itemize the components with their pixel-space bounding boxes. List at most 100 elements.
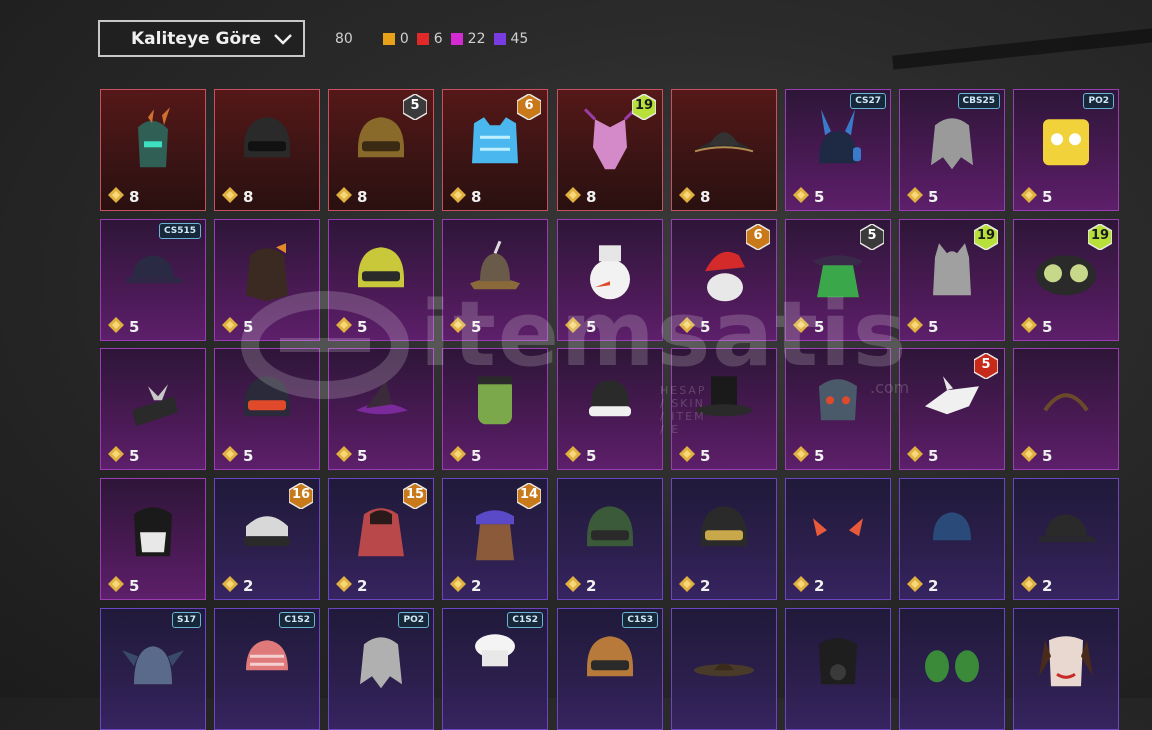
inventory-item-tile[interactable]: 5 xyxy=(214,219,320,341)
level-badge-icon: 15 xyxy=(402,482,428,510)
level-badge-icon: 5 xyxy=(973,352,999,380)
level-badge-icon: 19 xyxy=(1087,223,1113,251)
currency-icon xyxy=(450,576,466,592)
inventory-item-tile[interactable]: CS27 5 xyxy=(785,89,891,211)
currency-icon xyxy=(108,317,124,333)
inventory-item-tile[interactable]: 5 xyxy=(671,348,777,470)
inventory-item-tile[interactable]: C1S2 xyxy=(442,608,548,730)
inventory-item-tile[interactable]: 14 2 xyxy=(442,478,548,600)
currency-icon xyxy=(679,576,695,592)
currency-icon xyxy=(793,576,809,592)
chef-hat-icon xyxy=(460,626,530,700)
currency-icon xyxy=(336,446,352,462)
level-badge-icon: 5 xyxy=(859,223,885,251)
season-badge: C1S2 xyxy=(507,612,543,628)
inventory-item-tile[interactable]: 5 xyxy=(1013,348,1119,470)
inventory-item-tile[interactable]: 65 xyxy=(671,219,777,341)
inventory-item-tile[interactable]: 2 xyxy=(785,478,891,600)
inventory-item-tile[interactable]: 5 xyxy=(442,348,548,470)
bow-hat-icon xyxy=(118,366,188,440)
inventory-item-tile[interactable]: 8 xyxy=(214,89,320,211)
item-price: 5 xyxy=(928,318,939,336)
inventory-item-tile[interactable]: 2 xyxy=(1013,478,1119,600)
quality-swatch xyxy=(450,32,463,45)
level-badge-value: 15 xyxy=(405,487,425,502)
currency-icon xyxy=(1021,446,1037,462)
inventory-item-tile[interactable]: C1S3 xyxy=(557,608,663,730)
item-price: 2 xyxy=(471,577,482,595)
inventory-item-tile[interactable]: S17 xyxy=(100,608,206,730)
currency-icon xyxy=(679,187,695,203)
inventory-item-tile[interactable]: PO2 5 xyxy=(1013,89,1119,211)
inventory-item-tile[interactable]: C1S2 xyxy=(214,608,320,730)
level-badge-value: 6 xyxy=(753,228,763,243)
quality-rare: 45 xyxy=(493,31,528,47)
inventory-item-tile[interactable]: 5 xyxy=(100,478,206,600)
inventory-item-tile[interactable]: 55 xyxy=(899,348,1005,470)
quality-swatch xyxy=(493,32,506,45)
inventory-item-tile[interactable]: 5 xyxy=(100,348,206,470)
item-price: 5 xyxy=(814,318,825,336)
inventory-item-tile[interactable]: 5 xyxy=(557,348,663,470)
currency-icon xyxy=(108,576,124,592)
currency-icon xyxy=(336,187,352,203)
inventory-item-tile[interactable]: 2 xyxy=(557,478,663,600)
item-price: 5 xyxy=(129,577,140,595)
inventory-item-tile[interactable]: 5 xyxy=(328,348,434,470)
sort-dropdown[interactable]: Kaliteye Göre xyxy=(98,20,305,57)
inventory-item-tile[interactable]: 19 5 xyxy=(1013,219,1119,341)
copper-helmet-icon xyxy=(575,626,645,700)
level-badge-icon: 16 xyxy=(288,482,314,510)
item-price: 2 xyxy=(928,577,939,595)
season-badge: CS27 xyxy=(850,93,886,109)
inventory-item-tile[interactable] xyxy=(785,608,891,730)
inventory-item-tile[interactable]: 5 xyxy=(442,219,548,341)
inventory-item-tile[interactable]: 8 xyxy=(100,89,206,211)
inventory-item-tile[interactable]: PO2 xyxy=(328,608,434,730)
item-price: 2 xyxy=(814,577,825,595)
inventory-item-tile[interactable]: 2 xyxy=(899,478,1005,600)
blue-beanie-icon xyxy=(917,496,987,570)
inventory-item-tile[interactable]: 68 xyxy=(442,89,548,211)
inventory-item-tile[interactable] xyxy=(899,608,1005,730)
inventory-item-tile[interactable]: 8 xyxy=(671,89,777,211)
currency-icon xyxy=(336,317,352,333)
currency-icon xyxy=(565,446,581,462)
inventory-item-tile[interactable]: 58 xyxy=(328,89,434,211)
quality-legendary: 0 xyxy=(382,31,409,47)
purple-cap-icon xyxy=(118,237,188,311)
black-gas-mask-icon xyxy=(803,626,873,700)
inventory-item-tile[interactable]: 15 2 xyxy=(328,478,434,600)
season-badge: CS515 xyxy=(158,223,201,239)
brown-hair-bow-icon xyxy=(232,237,302,311)
sort-dropdown-label: Kaliteye Göre xyxy=(131,28,262,49)
total-count: 80 xyxy=(335,30,353,47)
inventory-item-tile[interactable]: 19 8 xyxy=(557,89,663,211)
inventory-item-tile[interactable]: 5 xyxy=(785,348,891,470)
inventory-item-tile[interactable]: 5 xyxy=(214,348,320,470)
frankenstein-head-icon xyxy=(460,366,530,440)
inventory-item-tile[interactable]: 55 xyxy=(785,219,891,341)
inventory-item-tile[interactable]: 19 5 xyxy=(899,219,1005,341)
inventory-item-tile[interactable]: CBS25 5 xyxy=(899,89,1005,211)
inventory-item-tile[interactable]: 2 xyxy=(671,478,777,600)
headband-icon xyxy=(1031,366,1101,440)
inventory-item-tile[interactable] xyxy=(1013,608,1119,730)
item-price: 5 xyxy=(928,447,939,465)
inventory-item-tile[interactable]: 5 xyxy=(328,219,434,341)
season-badge: C1S2 xyxy=(279,612,315,628)
inventory-item-tile[interactable]: 5 xyxy=(557,219,663,341)
item-price: 5 xyxy=(814,447,825,465)
bronze-helmet-icon xyxy=(460,237,530,311)
item-price: 2 xyxy=(700,577,711,595)
currency-icon xyxy=(793,187,809,203)
currency-icon xyxy=(793,446,809,462)
level-badge-value: 16 xyxy=(291,487,311,502)
knight-helmet-icon xyxy=(118,626,188,700)
item-price: 5 xyxy=(1042,188,1053,206)
inventory-item-tile[interactable] xyxy=(671,608,777,730)
item-price: 2 xyxy=(357,577,368,595)
inventory-item-tile[interactable]: 16 2 xyxy=(214,478,320,600)
currency-icon xyxy=(907,317,923,333)
inventory-item-tile[interactable]: CS515 5 xyxy=(100,219,206,341)
